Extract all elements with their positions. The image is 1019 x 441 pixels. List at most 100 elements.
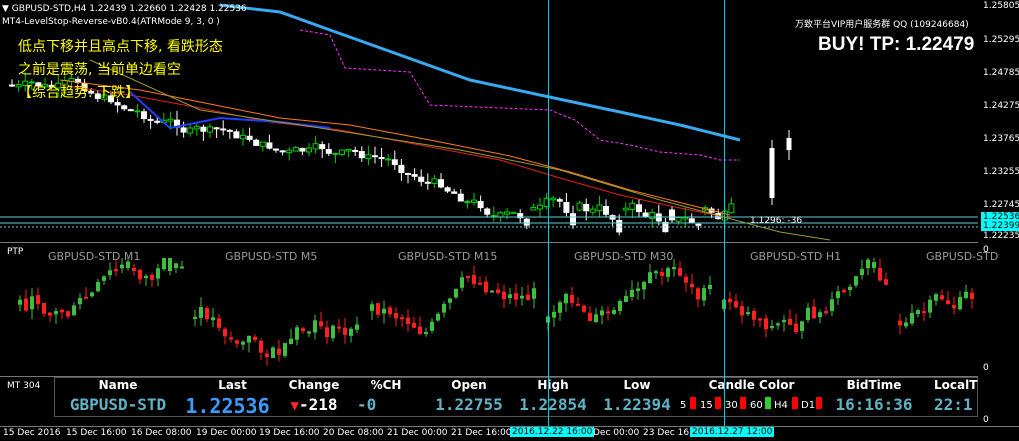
- ptp-candle-body: [253, 336, 257, 340]
- ptp-candle-body: [594, 314, 598, 323]
- mt-axis-bottom: 0: [983, 415, 989, 425]
- ptp-candle-body: [526, 294, 530, 300]
- candle-body: [457, 193, 464, 202]
- ptp-candle-body: [964, 291, 968, 299]
- ptp-candle-body: [235, 340, 239, 344]
- candle-swatch-red: [690, 397, 696, 409]
- ptp-candle-body: [970, 292, 974, 299]
- ptp-candle-body: [394, 313, 398, 319]
- candle-swatch-green: [765, 397, 771, 409]
- tf-label: 15: [700, 400, 713, 411]
- candle-body: [556, 199, 563, 202]
- ptp-candle-body: [247, 335, 251, 343]
- time-tick: 20 Dec 08:00: [323, 428, 384, 438]
- ptp-candle-body: [740, 306, 744, 316]
- localt-value: 22:1: [934, 395, 973, 414]
- ptp-candle-body: [436, 313, 440, 321]
- ptp-candle-body: [217, 318, 221, 328]
- ptp-candle-body: [313, 320, 317, 333]
- tf-label-m1: GBPUSD-STD M1: [48, 250, 141, 263]
- ptp-candle-body: [448, 298, 452, 303]
- crosshair-time-1: 2016.12.22 16:00: [510, 427, 595, 437]
- ptp-candle-body: [654, 271, 658, 274]
- candle-body: [358, 151, 365, 159]
- quote-table: Name Last Change %CH Open High Low Candl…: [54, 377, 978, 418]
- ptp-candle-body: [108, 270, 112, 276]
- candle-body: [728, 203, 735, 214]
- candle-body: [9, 84, 15, 87]
- change-value: ▼-218: [283, 395, 345, 414]
- tf-label: D1: [801, 400, 816, 411]
- col-low-header: Low: [623, 378, 651, 392]
- ptp-candle-body: [150, 274, 154, 280]
- ptp-candle-body: [331, 325, 335, 339]
- candle-body: [530, 207, 537, 211]
- candle-body: [398, 164, 405, 174]
- ptp-candle-body: [96, 282, 100, 292]
- price-tick: 1.25295: [983, 35, 1019, 45]
- price-tick: 1.24785: [983, 68, 1019, 78]
- ptp-candle-body: [199, 307, 203, 318]
- ptp-candle-body: [570, 294, 574, 303]
- watermark: 万致平台VIP用户服务群 QQ (109246684): [795, 20, 969, 30]
- candle-body: [411, 174, 418, 177]
- crosshair-time-2: 2016.12.27 12:00: [690, 427, 775, 437]
- time-axis[interactable]: 15 Dec 2016 15 Dec 16:00 16 Dec 08:00 19…: [0, 426, 1019, 441]
- candle-body: [769, 148, 775, 198]
- time-tick: 16 Dec 08:00: [131, 428, 192, 438]
- level-price-tag: 1.22399: [981, 221, 1019, 231]
- candle-body: [669, 209, 675, 221]
- price-tick: 1.23765: [983, 134, 1019, 144]
- ptp-candle-body: [472, 275, 476, 284]
- crosshair-line-1[interactable]: [548, 0, 549, 426]
- ptp-candle-body: [872, 262, 876, 268]
- col-localt-header: LocalT: [934, 378, 978, 392]
- candle-body: [477, 200, 484, 209]
- ptp-candle-body: [72, 305, 76, 316]
- candle-body: [786, 138, 792, 150]
- ptp-candle-body: [490, 290, 494, 293]
- ptp-candle-body: [728, 298, 732, 303]
- price-axis[interactable]: 1.25805 1.25295 1.24785 1.24275 1.23765 …: [978, 0, 1019, 241]
- ptp-candle-body: [382, 308, 386, 314]
- ptp-candle-body: [223, 328, 227, 337]
- ptp-candle-body: [84, 296, 88, 299]
- ptp-candle-body: [283, 343, 287, 356]
- ptp-candle-body: [337, 326, 341, 329]
- ptp-candle-body: [307, 331, 311, 334]
- candle-body: [695, 223, 702, 226]
- ptp-candle-body: [606, 311, 610, 314]
- candle-body: [339, 149, 345, 155]
- ptp-candle-body: [830, 299, 834, 312]
- candle-body: [319, 144, 326, 150]
- ptp-candle-body: [794, 323, 798, 333]
- ptp-candle-body: [442, 303, 446, 313]
- symbol-name[interactable]: GBPUSD-STD: [54, 395, 182, 414]
- ptp-candle-body: [910, 313, 914, 324]
- mt-label: MT 304: [7, 381, 41, 391]
- ptp-candle-body: [782, 319, 786, 323]
- ptp-candle-body: [168, 258, 172, 271]
- candle-body: [510, 211, 517, 214]
- ptp-candle-body: [600, 310, 604, 316]
- ptp-candle-body: [940, 295, 944, 300]
- ptp-candle-body: [241, 341, 245, 345]
- candle-body: [424, 181, 431, 184]
- ptp-candle-body: [612, 309, 616, 314]
- tf-label-m30: GBPUSD-STD M30: [574, 250, 674, 263]
- ptp-axis-bottom: 0: [983, 363, 989, 373]
- upper-channel-line: [299, 29, 740, 161]
- indicator-label: MT4-LevelStop-Reverse-vB0.4(ATRMode 9, 3…: [2, 17, 220, 27]
- ptp-candle-body: [582, 305, 586, 312]
- crosshair-line-2[interactable]: [724, 0, 725, 426]
- candle-body: [121, 105, 128, 110]
- candle-body: [226, 129, 233, 132]
- ptp-candle-body: [678, 268, 682, 276]
- candle-body: [378, 157, 385, 160]
- dropdown-icon[interactable]: ▼: [2, 4, 9, 14]
- ptp-candle-body: [800, 321, 804, 332]
- ptp-candle-body: [319, 321, 323, 327]
- ptp-candle-body: [860, 269, 864, 276]
- candle-body: [504, 211, 510, 215]
- col-last-header: Last: [218, 378, 247, 392]
